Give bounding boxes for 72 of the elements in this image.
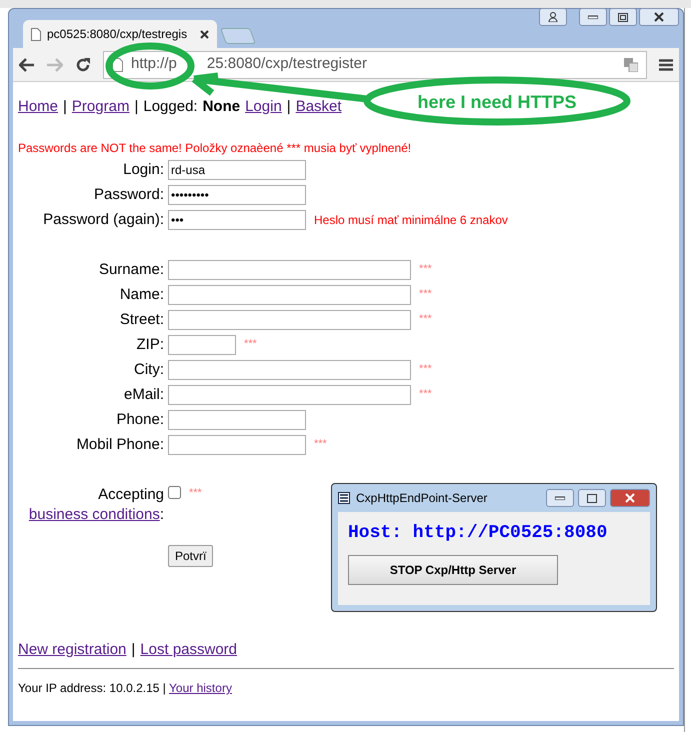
required-mark: ***: [189, 486, 202, 500]
browser-tab[interactable]: pc0525:8080/cxp/testregis: [23, 20, 217, 48]
link[interactable]: Your history: [169, 681, 232, 695]
field-label: ZIP:: [135, 334, 164, 354]
link[interactable]: business conditions: [28, 506, 160, 522]
page-icon: [31, 28, 41, 40]
translate-icon[interactable]: [624, 58, 638, 72]
field-label: Street:: [118, 310, 164, 330]
separator: |: [286, 97, 291, 117]
window-title: CxpHttpEndPoint-Server: [356, 490, 488, 507]
field-label: Password (again):: [42, 210, 164, 230]
input-field[interactable]: [168, 384, 411, 404]
input-field[interactable]: •••: [168, 210, 306, 230]
back-icon[interactable]: [19, 58, 35, 72]
link[interactable]: Home: [18, 96, 58, 118]
window-icon: [338, 492, 350, 504]
link[interactable]: Lost password: [140, 638, 238, 661]
close-icon[interactable]: [200, 30, 209, 38]
minimize-icon[interactable]: [579, 8, 607, 26]
required-mark: ***: [314, 437, 327, 452]
url-text: 25:8080/cxp/testregister: [206, 54, 367, 74]
field-label: Phone:: [115, 410, 164, 430]
input-field[interactable]: [168, 410, 306, 430]
required-mark: ***: [419, 362, 432, 378]
reload-icon[interactable]: [75, 56, 91, 72]
link[interactable]: New registration: [18, 638, 126, 661]
validation-message: Heslo musí mať minimálne 6 znakov: [314, 212, 508, 228]
field-label: Mobil Phone:: [75, 434, 164, 454]
address-bar[interactable]: http://p 25:8080/cxp/testregister: [103, 50, 647, 78]
separator: |: [63, 97, 67, 117]
field-label: Login:: [122, 160, 164, 180]
link[interactable]: Program: [72, 96, 130, 118]
link[interactable]: Basket: [296, 96, 342, 118]
ip-address-text: Your IP address: 10.0.2.15 |: [18, 681, 167, 695]
user-status: None: [202, 97, 240, 117]
field-label: eMail:: [122, 384, 164, 404]
required-mark: ***: [419, 312, 432, 328]
separator: |: [134, 97, 138, 117]
error-message: Passwords are NOT the same! Položky oznaèené *** musia byť vyplnené!: [18, 140, 412, 156]
host-text: Host: http://PC0525:8080: [348, 522, 608, 545]
minimize-icon[interactable]: [546, 489, 574, 507]
user-icon[interactable]: [539, 8, 567, 26]
input-field[interactable]: rd-usa: [168, 160, 306, 180]
input-field[interactable]: [168, 434, 306, 454]
input-field[interactable]: [168, 284, 411, 304]
checkbox[interactable]: [168, 486, 181, 500]
close-icon[interactable]: [639, 8, 679, 26]
required-mark: ***: [419, 287, 432, 302]
separator: |: [131, 640, 136, 660]
input-field[interactable]: [168, 360, 411, 380]
input-field[interactable]: [168, 310, 411, 330]
input-field[interactable]: [168, 334, 236, 354]
field-label: Password:: [92, 184, 164, 204]
annotation-text: here I need HTTPS: [417, 92, 577, 112]
required-mark: ***: [419, 387, 432, 402]
maximize-icon[interactable]: [609, 8, 637, 26]
required-mark: ***: [419, 262, 432, 278]
input-field[interactable]: [168, 260, 411, 280]
menu-icon[interactable]: [659, 58, 673, 70]
field-label: Surname:: [98, 260, 164, 280]
label: Logged:: [143, 97, 198, 117]
required-mark: ***: [244, 337, 257, 352]
stop-server-button[interactable]: STOP Cxp/Http Server: [348, 555, 558, 585]
field-label: Name:: [118, 284, 164, 304]
field-label: City:: [133, 360, 164, 380]
link[interactable]: Login: [245, 96, 282, 118]
tab-title: pc0525:8080/cxp/testregis: [47, 26, 188, 43]
url-text: http://p: [131, 54, 177, 74]
input-field[interactable]: •••••••••: [168, 184, 306, 204]
accept-label: Accepting business conditions:: [28, 484, 164, 524]
maximize-icon[interactable]: [578, 489, 606, 507]
submit-button[interactable]: Potvrï: [168, 544, 214, 566]
